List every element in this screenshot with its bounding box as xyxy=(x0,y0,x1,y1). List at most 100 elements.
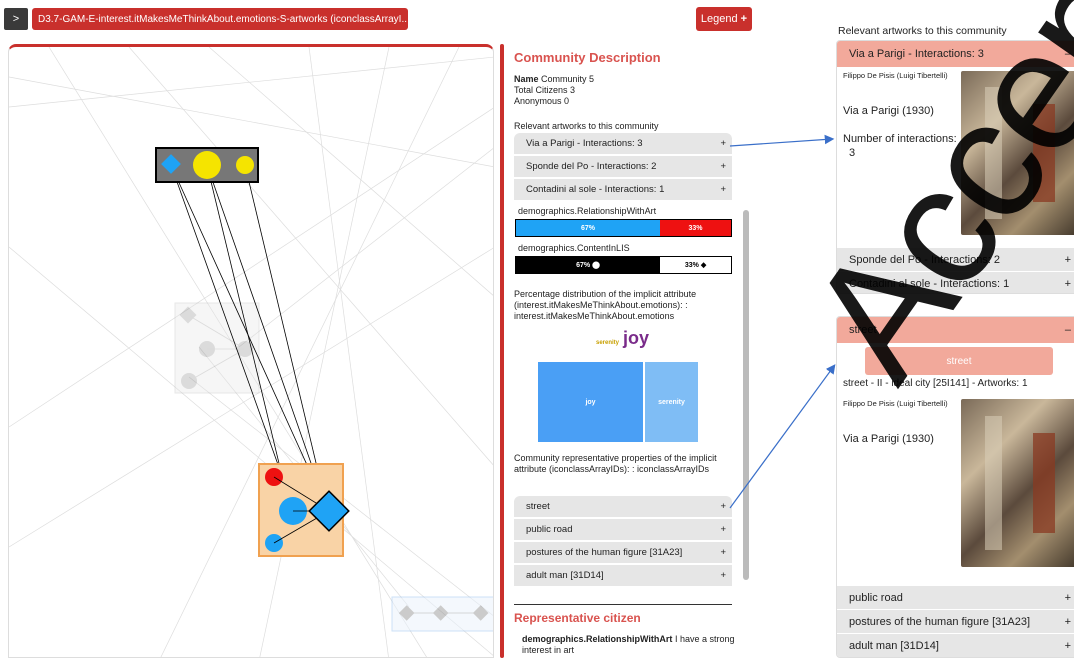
demographics-label: demographics.ContentInLIS xyxy=(518,243,630,253)
artwork-thumbnail[interactable] xyxy=(961,71,1074,235)
property-card-header[interactable]: street – xyxy=(837,317,1074,343)
accordion-label: Via a Parigi - Interactions: 3 xyxy=(526,138,643,149)
representative-properties-text: Community representative properties of t… xyxy=(514,453,717,474)
property-accordion-item[interactable]: adult man [31D14] + xyxy=(514,565,732,587)
emotion-wordcloud: serenity joy xyxy=(596,328,649,349)
property-card-title: street xyxy=(849,324,877,336)
representative-citizen-title: Representative citizen xyxy=(514,611,641,625)
accordion-label: postures of the human figure [31A23] xyxy=(526,547,683,558)
accordion-label: public road xyxy=(526,524,573,535)
artwork-accordion-item[interactable]: Contadini al sole - Interactions: 1 + xyxy=(514,179,732,201)
plus-icon: + xyxy=(720,501,726,512)
property-accordion-item[interactable]: postures of the human figure [31A23] + xyxy=(514,542,732,564)
artworks-label: Relevant artworks to this community xyxy=(514,121,659,131)
dataset-select[interactable]: D3.7-GAM-E-interest.itMakesMeThinkAbout.… xyxy=(32,8,408,30)
minus-icon: – xyxy=(1064,324,1071,336)
accordion-label: Contadini al sole - Interactions: 1 xyxy=(849,277,1010,290)
graph-canvas[interactable] xyxy=(9,47,494,658)
wordcloud-word: joy xyxy=(623,328,650,348)
plus-icon: + xyxy=(720,547,726,558)
rep-key: demographics.RelationshipWithArt xyxy=(522,634,673,644)
plus-icon: + xyxy=(720,184,726,195)
legend-label: Legend xyxy=(700,13,738,25)
section-divider xyxy=(514,604,732,605)
legend-button[interactable]: Legend + xyxy=(696,7,752,31)
artwork-accordion-item[interactable]: Sponde del Po - Interactions: 2 + xyxy=(514,156,732,178)
artwork-node-group[interactable] xyxy=(155,147,259,183)
diamond-icon: ◆ xyxy=(700,262,707,269)
description-scrollbar[interactable] xyxy=(743,210,749,580)
sidebar-toggle-button[interactable]: > xyxy=(4,8,28,30)
bar-segment-right: 33% ◆ xyxy=(660,257,731,273)
plus-icon: + xyxy=(720,161,726,172)
accordion-label: postures of the human figure [31A23] xyxy=(849,615,1031,628)
relationship-bar[interactable]: 67% 33% xyxy=(515,219,732,237)
treemap-cell: joy xyxy=(538,362,643,442)
plus-icon: + xyxy=(1064,639,1071,652)
bar-segment-right: 33% xyxy=(660,220,731,236)
representative-citizen-row: demographics.RelationshipWithArt I have … xyxy=(522,634,738,656)
accordion-label: public road xyxy=(849,591,903,604)
artwork-accordion-item[interactable]: Contadini al sole - Interactions: 1 + xyxy=(837,271,1074,293)
property-detail-card[interactable]: street – street street - II - ideal city… xyxy=(836,316,1074,658)
side-artworks-label: Relevant artworks to this community xyxy=(838,25,1007,37)
artwork-detail-body: Filippo De Pisis (Luigi Tibertelli) Via … xyxy=(837,67,1074,247)
plus-icon: + xyxy=(740,13,748,25)
artwork-title: Via a Parigi (1930) xyxy=(843,105,934,117)
artwork-detail-card[interactable]: Via a Parigi - Interactions: 3 – Filippo… xyxy=(836,40,1074,294)
plus-icon: + xyxy=(720,524,726,535)
property-accordion-item[interactable]: adult man [31D14] + xyxy=(837,633,1074,657)
artwork-thumbnail[interactable] xyxy=(961,399,1074,567)
property-detail-body: street street - II - ideal city [25I141]… xyxy=(837,343,1074,585)
artwork-accordion-item[interactable]: Via a Parigi - Interactions: 3 + xyxy=(514,133,732,155)
content-bar[interactable]: 67% ⬤ 33% ◆ xyxy=(515,256,732,274)
demographics-label: demographics.RelationshipWithArt xyxy=(518,206,657,216)
wordcloud-word: serenity xyxy=(596,340,620,346)
faded-community[interactable] xyxy=(174,302,260,394)
bar-segment-left: 67% xyxy=(516,220,661,236)
community-description-panel[interactable]: Community Description Name Community 5 T… xyxy=(508,44,752,658)
name-value: Community 5 xyxy=(541,74,595,84)
bar-percent: 67% xyxy=(576,261,591,269)
emotion-treemap[interactable]: joy serenity xyxy=(538,362,698,442)
plus-icon: + xyxy=(1064,253,1071,266)
artwork-artist: Filippo De Pisis (Luigi Tibertelli) xyxy=(843,399,948,408)
implicit-attribute-text: Percentage distribution of the implicit … xyxy=(514,289,697,321)
artwork-accordion-item[interactable]: Sponde del Po - Interactions: 2 + xyxy=(837,247,1074,271)
accordion-label: Sponde del Po - Interactions: 2 xyxy=(526,161,657,172)
total-citizens: Total Citizens 3 xyxy=(514,85,576,95)
anonymous-count: Anonymous 0 xyxy=(514,96,570,106)
plus-icon: + xyxy=(720,570,726,581)
iconclass-line: street - II - ideal city [25I141] - Artw… xyxy=(843,378,1028,389)
accordion-label: adult man [31D14] xyxy=(526,570,604,581)
property-accordion-item[interactable]: street + xyxy=(514,496,732,518)
name-label: Name xyxy=(514,74,539,84)
property-accordion-item[interactable]: postures of the human figure [31A23] + xyxy=(837,609,1074,633)
plus-icon: + xyxy=(1064,615,1071,628)
artwork-artist: Filippo De Pisis (Luigi Tibertelli) xyxy=(843,71,948,80)
circle-icon: ⬤ xyxy=(592,262,600,269)
artwork-title: Via a Parigi (1930) xyxy=(843,433,934,445)
selected-community-5[interactable] xyxy=(258,463,350,557)
interactions-label: Number of interactions: xyxy=(843,133,957,145)
accordion-label: street xyxy=(526,501,550,512)
bar-percent: 33% xyxy=(684,261,699,269)
artwork-card-title: Via a Parigi - Interactions: 3 xyxy=(849,48,984,60)
community-graph[interactable] xyxy=(8,44,494,658)
dataset-label: D3.7-GAM-E-interest.itMakesMeThinkAbout.… xyxy=(38,13,407,25)
artwork-card-header[interactable]: Via a Parigi - Interactions: 3 – xyxy=(837,41,1074,67)
description-title: Community Description xyxy=(514,50,661,65)
property-accordion-item[interactable]: public road + xyxy=(514,519,732,541)
property-accordion-item[interactable]: public road + xyxy=(837,585,1074,609)
street-button[interactable]: street xyxy=(865,347,1053,375)
treemap-cell: serenity xyxy=(645,362,698,442)
plus-icon: + xyxy=(1064,591,1071,604)
panel-divider[interactable] xyxy=(500,44,504,658)
plus-icon: + xyxy=(720,138,726,149)
interactions-value: 3 xyxy=(849,147,856,159)
bar-segment-left: 67% ⬤ xyxy=(516,257,661,273)
minus-icon: – xyxy=(1064,48,1071,60)
accordion-label: Sponde del Po - Interactions: 2 xyxy=(849,253,1001,266)
faded-community-blue[interactable] xyxy=(391,596,494,632)
plus-icon: + xyxy=(1064,277,1071,290)
